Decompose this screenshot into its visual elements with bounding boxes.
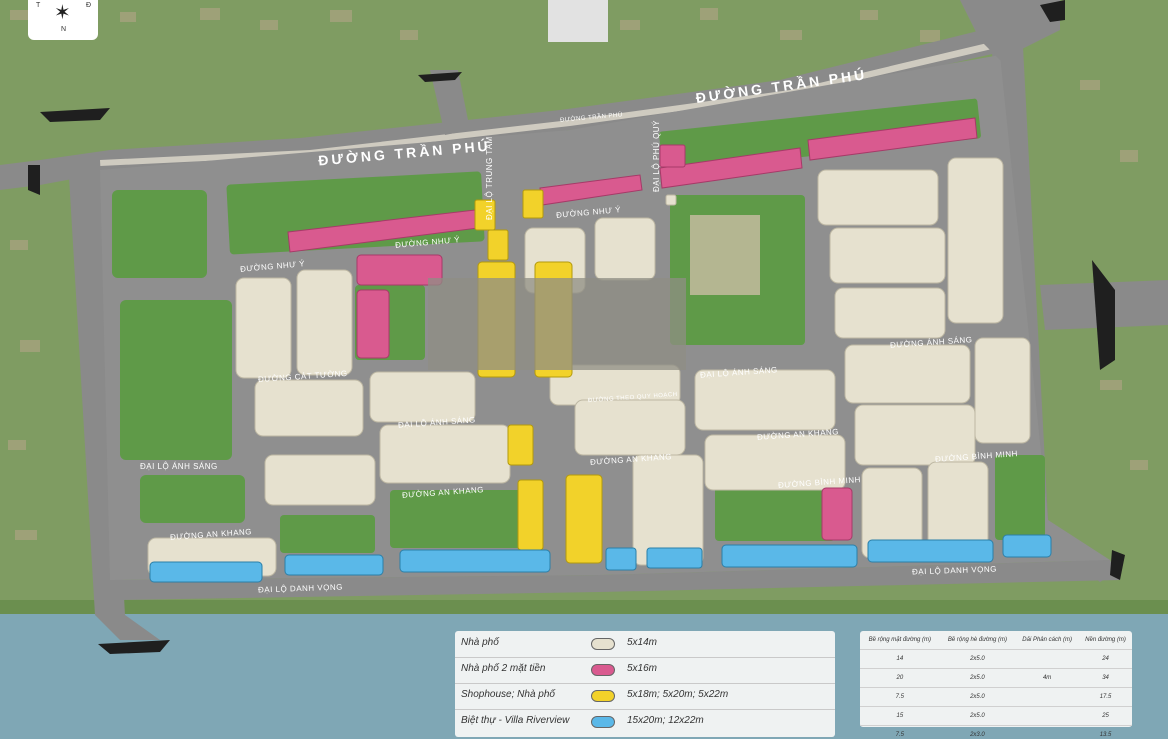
compass: T Đ N ✶ [28, 0, 98, 40]
legend-value: 5x14m [627, 637, 658, 648]
spec-cell: 7.5 [860, 687, 940, 707]
spec-header: Bề rộng mặt đường (m) [860, 631, 940, 650]
spec-cell: 13.5 [1079, 725, 1132, 739]
legend-row: Shophouse; Nhà phố 5x18m; 5x20m; 5x22m [455, 683, 835, 710]
spec-header-row: Bề rộng mặt đường (m) Bề rộng hè đường (… [860, 631, 1132, 650]
legend-label: Shophouse; Nhà phố [461, 689, 555, 700]
spec-cell: 14 [860, 649, 940, 669]
spec-row: 15 2x5.0 25 [860, 706, 1132, 726]
legend-row: Nhà phố 2 mặt tiền 5x16m [455, 657, 835, 684]
compass-east: Đ [86, 2, 92, 9]
spec-cell [1015, 706, 1080, 726]
spec-cell: 2x5.0 [939, 668, 1016, 688]
compass-icon: ✶ [54, 2, 71, 24]
spec-row: 7.5 2x5.0 17.5 [860, 687, 1132, 707]
spec-cell: 2x3.0 [939, 725, 1016, 739]
street-label: ĐẠI LỘ TRUNG TÂM [485, 136, 494, 220]
spec-cell: 4m [1015, 668, 1080, 688]
masterplan-map: T Đ N ✶ ĐƯỜNG TRẦN PHÚ ĐƯỜNG TRẦN PHÚ ĐƯ… [0, 0, 1168, 739]
spec-row: 14 2x5.0 24 [860, 649, 1132, 669]
spec-cell: 2x5.0 [939, 687, 1016, 707]
spec-row: 7.5 2x3.0 13.5 [860, 725, 1132, 739]
spec-cell: 25 [1079, 706, 1132, 726]
spec-header: Bề rộng hè đường (m) [939, 631, 1016, 650]
spec-cell: 34 [1079, 668, 1132, 688]
legend-swatch [591, 716, 615, 728]
legend-value: 15x20m; 12x22m [627, 715, 704, 726]
legend-value: 5x16m [627, 663, 658, 674]
spec-cell: 7.5 [860, 725, 940, 739]
legend-value: 5x18m; 5x20m; 5x22m [627, 689, 729, 700]
map-canvas [0, 0, 1168, 739]
spec-header: Nền đường (m) [1079, 631, 1132, 650]
spec-row: 20 2x5.0 4m 34 [860, 668, 1132, 688]
center-building [690, 215, 760, 295]
legend-row: Biệt thự - Villa Riverview 15x20m; 12x22… [455, 709, 835, 735]
compass-west: T [36, 2, 41, 9]
legend-swatch [591, 664, 615, 676]
spec-cell: 20 [860, 668, 940, 688]
lot-legend: Nhà phố 5x14m Nhà phố 2 mặt tiền 5x16m S… [455, 631, 835, 737]
legend-swatch [591, 638, 615, 650]
spec-cell: 15 [860, 706, 940, 726]
legend-label: Nhà phố 2 mặt tiền [461, 663, 546, 674]
spec-cell: 17.5 [1079, 687, 1132, 707]
compass-north: N [61, 26, 67, 33]
spec-cell [1015, 649, 1080, 669]
legend-label: Biệt thự - Villa Riverview [461, 715, 570, 726]
street-label: ĐẠI LỘ PHÚ QUÝ [652, 120, 661, 192]
spec-cell: 24 [1079, 649, 1132, 669]
legend-swatch [591, 690, 615, 702]
spec-cell: 2x5.0 [939, 649, 1016, 669]
spec-cell: 2x5.0 [939, 706, 1016, 726]
central-plaza [428, 278, 686, 370]
legend-label: Nhà phố [461, 637, 499, 648]
existing-building [548, 0, 608, 42]
legend-row: Nhà phố 5x14m [455, 631, 835, 658]
road-spec-table: Bề rộng mặt đường (m) Bề rộng hè đường (… [860, 631, 1132, 739]
spec-header: Dải Phân cách (m) [1015, 631, 1080, 650]
river-bank [0, 600, 1168, 614]
spec-cell [1015, 725, 1080, 739]
street-label: ĐẠI LỘ ÁNH SÁNG [140, 462, 218, 471]
spec-cell [1015, 687, 1080, 707]
